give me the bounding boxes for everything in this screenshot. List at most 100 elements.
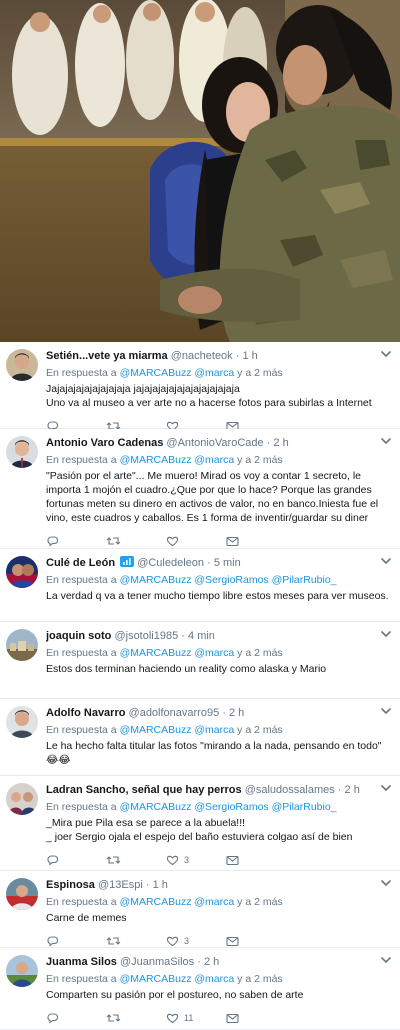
separator-dot: · (145, 879, 150, 891)
dm-button[interactable] (226, 536, 286, 547)
like-button[interactable]: 3 (166, 935, 226, 947)
reply-mentions[interactable]: @MARCABuzz @marca (120, 647, 235, 659)
avatar[interactable] (6, 629, 38, 661)
retweet-button[interactable] (106, 935, 166, 947)
timestamp[interactable]: 2 h (229, 707, 244, 719)
tweet[interactable]: joaquin soto @jsotoli1985 · 4 min En res… (0, 622, 400, 699)
reply-prefix: En respuesta a (46, 724, 117, 736)
chevron-down-icon[interactable] (380, 349, 392, 359)
timestamp[interactable]: 1 h (153, 879, 168, 891)
tweet[interactable]: Setién...vete ya miarma @nacheteok · 1 h… (0, 342, 400, 432)
reply-button[interactable] (46, 535, 106, 547)
like-button[interactable] (166, 535, 226, 547)
retweet-icon (106, 856, 121, 864)
chevron-down-icon[interactable] (380, 878, 392, 888)
user-handle[interactable]: @Culedeleon (137, 557, 204, 569)
display-name[interactable]: Culé de León (46, 557, 115, 569)
tweet[interactable]: Juanma Silos @JuanmaSilos · 2 h En respu… (0, 948, 400, 1030)
reply-prefix: En respuesta a (46, 647, 117, 659)
user-handle[interactable]: @jsotoli1985 (114, 630, 178, 642)
avatar[interactable] (6, 955, 38, 987)
like-button[interactable]: 11 (166, 1012, 226, 1024)
avatar[interactable] (6, 556, 38, 588)
replies-feed: Setién...vete ya miarma @nacheteok · 1 h… (0, 342, 400, 1030)
like-count: 3 (184, 936, 190, 946)
reply-mentions[interactable]: @MARCABuzz @marca (120, 973, 235, 985)
tweet[interactable]: Culé de León @Culedeleon · 5 min En resp… (0, 549, 400, 622)
avatar[interactable] (6, 436, 38, 468)
avatar[interactable] (6, 349, 38, 381)
envelope-icon (226, 936, 239, 946)
avatar[interactable] (6, 878, 38, 910)
like-button[interactable]: 3 (166, 854, 226, 866)
timestamp[interactable]: 2 h (273, 437, 288, 449)
reply-icon (47, 1013, 59, 1024)
retweet-button[interactable] (106, 1012, 166, 1024)
tweet[interactable]: Antonio Varo Cadenas @AntonioVaroCade · … (0, 429, 400, 549)
reply-suffix[interactable]: y a 2 más (237, 724, 283, 736)
tweet-text-line: _Mira pue Pila esa se parece a la abuela… (46, 817, 246, 829)
reply-mentions[interactable]: @MARCABuzz @SergioRamos @PilarRubio_ (120, 801, 337, 813)
dm-button[interactable] (226, 855, 286, 866)
user-handle[interactable]: @AntonioVaroCade (166, 437, 263, 449)
reply-button[interactable] (46, 1012, 106, 1024)
user-handle[interactable]: @saludossalames (245, 784, 335, 796)
display-name[interactable]: Juanma Silos (46, 956, 117, 968)
heart-icon (166, 1013, 179, 1024)
display-name[interactable]: Espinosa (46, 879, 95, 891)
reply-mentions[interactable]: @MARCABuzz @marca (120, 367, 235, 379)
reply-suffix[interactable]: y a 2 más (237, 647, 283, 659)
display-name[interactable]: Antonio Varo Cadenas (46, 437, 163, 449)
tweet[interactable]: Ladran Sancho, señal que hay perros @sal… (0, 776, 400, 871)
chevron-down-icon[interactable] (380, 436, 392, 446)
reply-mentions[interactable]: @MARCABuzz @SergioRamos @PilarRubio_ (120, 574, 337, 586)
reply-mentions[interactable]: @MARCABuzz @marca (120, 896, 235, 908)
tweet[interactable]: Espinosa @13Espi · 1 h En respuesta a @M… (0, 871, 400, 948)
display-name[interactable]: Setién...vete ya miarma (46, 350, 168, 362)
tweet-text: Estos dos terminan haciendo un reality c… (46, 663, 327, 675)
user-handle[interactable]: @nacheteok (171, 350, 233, 362)
chevron-down-icon[interactable] (380, 706, 392, 716)
reply-icon (47, 536, 59, 547)
timestamp[interactable]: 2 h (345, 784, 360, 796)
reply-prefix: En respuesta a (46, 896, 117, 908)
reply-suffix[interactable]: y a 2 más (237, 454, 283, 466)
reply-mentions[interactable]: @MARCABuzz @marca (120, 724, 235, 736)
chevron-down-icon[interactable] (380, 955, 392, 965)
tweet-text: Carne de memes (46, 912, 127, 924)
reply-suffix[interactable]: y a 2 más (237, 367, 283, 379)
user-handle[interactable]: @adolfonavarro95 (129, 707, 220, 719)
timestamp[interactable]: 1 h (242, 350, 257, 362)
chevron-down-icon[interactable] (380, 783, 392, 793)
timestamp[interactable]: 2 h (204, 956, 219, 968)
retweet-button[interactable] (106, 854, 166, 866)
chevron-down-icon[interactable] (380, 629, 392, 639)
dm-button[interactable] (226, 1013, 286, 1024)
avatar[interactable] (6, 783, 38, 815)
avatar[interactable] (6, 706, 38, 738)
chevron-down-icon[interactable] (380, 556, 392, 566)
reply-mentions[interactable]: @MARCABuzz @marca (120, 454, 235, 466)
display-name[interactable]: joaquin soto (46, 630, 111, 642)
display-name[interactable]: Adolfo Navarro (46, 707, 125, 719)
reply-button[interactable] (46, 935, 106, 947)
separator-dot: · (266, 437, 271, 449)
retweet-button[interactable] (106, 535, 166, 547)
separator-dot: · (235, 350, 240, 362)
reply-prefix: En respuesta a (46, 454, 117, 466)
user-handle[interactable]: @13Espi (98, 879, 143, 891)
display-name[interactable]: Ladran Sancho, señal que hay perros (46, 784, 242, 796)
timestamp[interactable]: 4 min (188, 630, 215, 642)
retweet-icon (106, 1014, 121, 1022)
user-handle[interactable]: @JuanmaSilos (120, 956, 194, 968)
reply-suffix[interactable]: y a 2 más (237, 973, 283, 985)
tweet[interactable]: Adolfo Navarro @adolfonavarro95 · 2 h En… (0, 699, 400, 789)
reply-button[interactable] (46, 854, 106, 866)
post-photo[interactable] (0, 0, 400, 342)
reply-context: En respuesta a @MARCABuzz @SergioRamos @… (46, 800, 392, 814)
dm-button[interactable] (226, 936, 286, 947)
reply-suffix[interactable]: y a 2 más (237, 896, 283, 908)
envelope-icon (226, 536, 239, 546)
reply-icon (47, 936, 59, 947)
timestamp[interactable]: 5 min (214, 557, 241, 569)
